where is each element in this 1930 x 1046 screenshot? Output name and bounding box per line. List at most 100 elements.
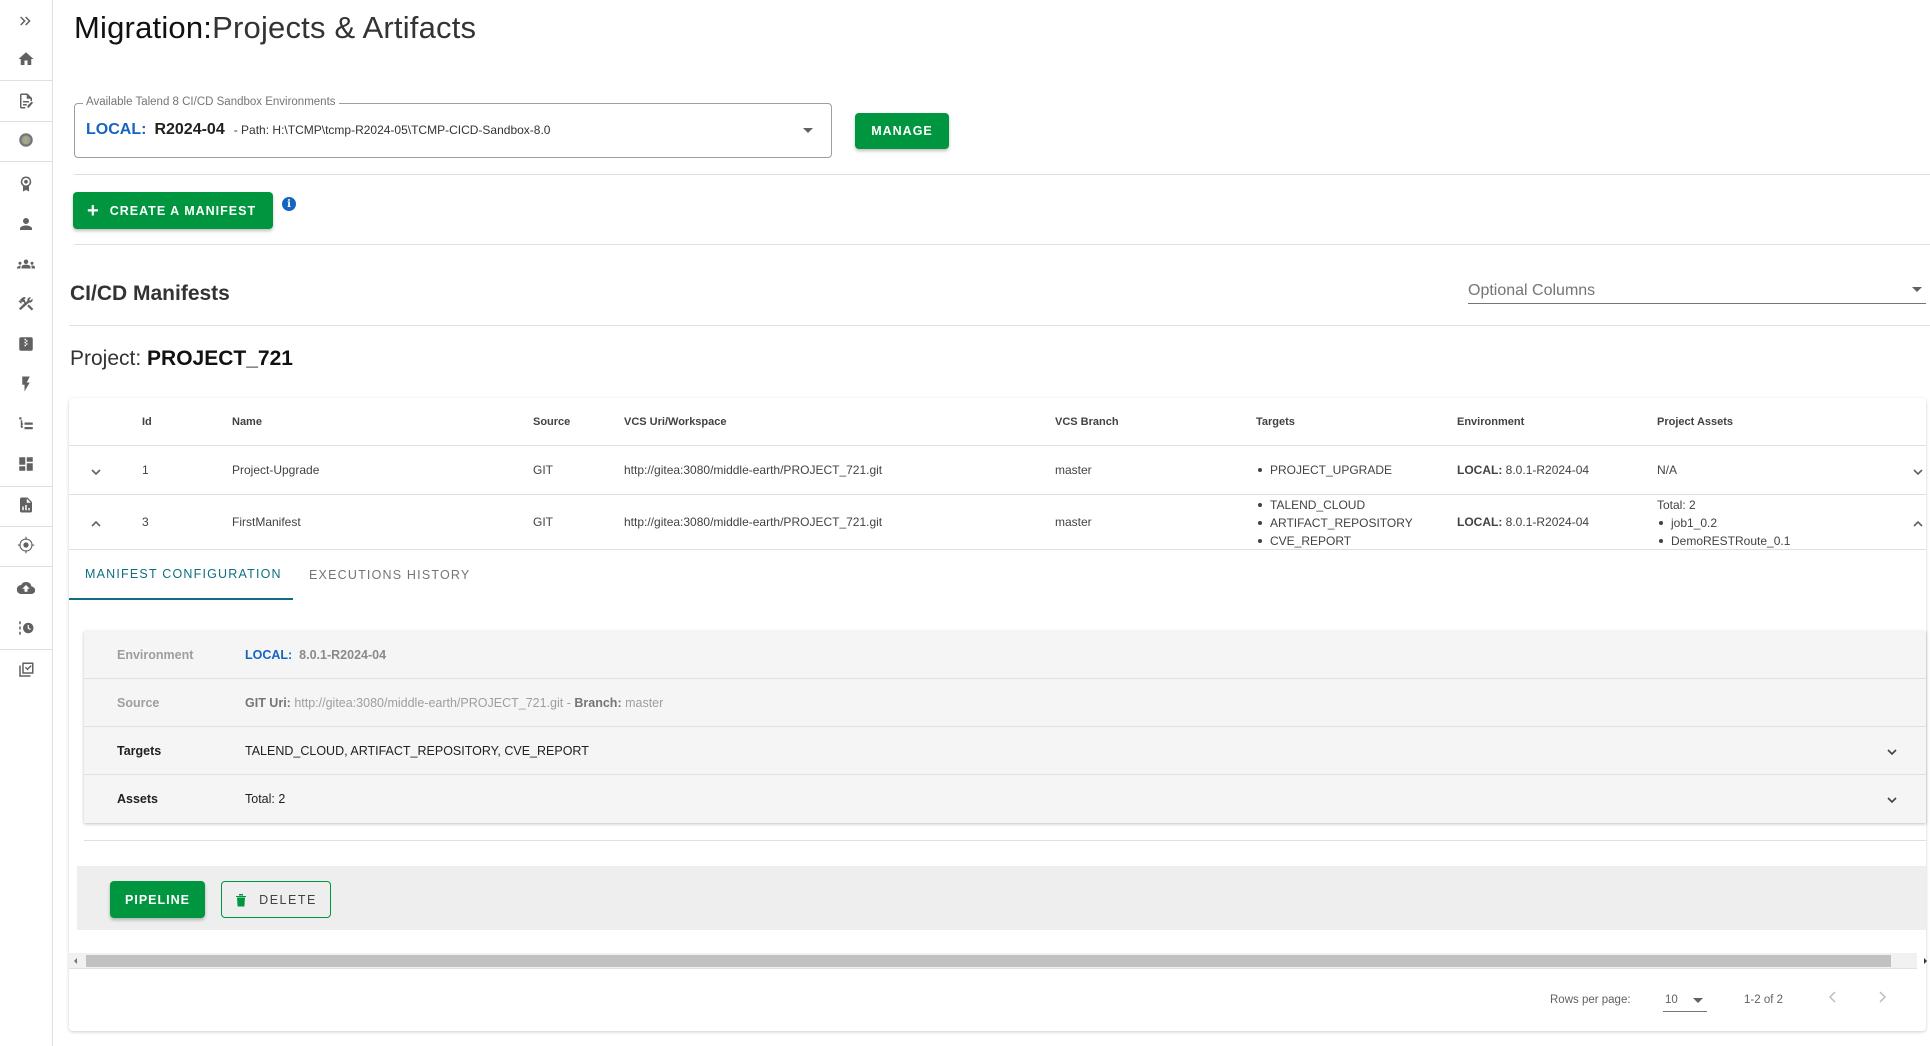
environment-select-value: LOCAL: R2024-04 - Path: H:\TCMP\tcmp-R20… [86, 121, 550, 139]
config-row-assets[interactable]: Assets Total: 2 [84, 775, 1926, 823]
sidebar-item-badge[interactable] [0, 166, 52, 202]
optional-columns-select[interactable]: Optional Columns [1468, 279, 1926, 304]
sidebar-item-tools[interactable] [0, 286, 52, 322]
scrollbar-thumb[interactable] [86, 955, 1891, 967]
chevron-down-icon [91, 469, 101, 476]
cell-targets: TALEND_CLOUD ARTIFACT_REPOSITORY CVE_REP… [1256, 496, 1413, 550]
env-value: 8.0.1-R2024-04 [1505, 463, 1590, 477]
row-expand-toggle[interactable] [1912, 465, 1923, 476]
asset-item: DemoRESTRoute_0.1 [1657, 532, 1790, 550]
sidebar-item-talend[interactable]: t [0, 122, 52, 158]
tab-executions-history[interactable]: EXECUTIONS HISTORY [309, 550, 489, 600]
target-item: PROJECT_UPGRADE [1256, 461, 1392, 479]
sidebar-item-user[interactable] [0, 206, 52, 242]
config-value: LOCAL: 8.0.1-R2024-04 [245, 648, 386, 662]
column-header-vcs-branch[interactable]: VCS Branch [1055, 416, 1119, 428]
create-manifest-button[interactable]: + CREATE A MANIFEST [73, 192, 273, 229]
badge-icon [20, 176, 32, 192]
bolt-icon [22, 376, 30, 392]
cell-assets: Total: 2 job1_0.2 DemoRESTRoute_0.1 [1657, 496, 1790, 550]
column-header-source[interactable]: Source [533, 416, 570, 428]
optional-columns-placeholder: Optional Columns [1468, 282, 1596, 299]
environment-select-label: Available Talend 8 CI/CD Sandbox Environ… [83, 96, 339, 108]
config-label: Source [117, 696, 160, 710]
sidebar-item-groups[interactable] [0, 246, 52, 282]
tab-manifest-configuration[interactable]: MANIFEST CONFIGURATION [69, 550, 293, 600]
column-header-project-assets[interactable]: Project Assets [1657, 416, 1733, 428]
environment-version: R2024-04 [154, 121, 225, 138]
rows-per-page-value: 10 [1665, 994, 1678, 1006]
environment-path: - Path: H:\TCMP\tcmp-R2024-05\TCMP-CICD-… [233, 123, 551, 137]
manage-button[interactable]: MANAGE [855, 113, 949, 149]
horizontal-scrollbar[interactable] [69, 953, 1927, 969]
dropdown-arrow-icon [1693, 998, 1703, 1003]
document-edit-icon [20, 93, 34, 109]
source-uri: http://gitea:3080/middle-earth/PROJECT_7… [294, 696, 564, 710]
scroll-left-arrow-icon[interactable] [74, 958, 77, 964]
cell-vcs-uri: http://gitea:3080/middle-earth/PROJECT_7… [624, 515, 883, 529]
sidebar-item-bolt[interactable] [0, 366, 52, 402]
source-branch-label: Branch: [574, 696, 622, 710]
zipper-file-icon [19, 337, 33, 351]
source-uri-label: GIT Uri: [245, 696, 291, 710]
cell-assets: N/A [1657, 463, 1678, 477]
column-header-id[interactable]: Id [142, 416, 152, 428]
delete-label: DELETE [259, 892, 317, 907]
sidebar-divider [0, 80, 52, 81]
page-title-main: Projects & Artifacts [212, 10, 477, 45]
rows-per-page-select[interactable]: 10 [1663, 988, 1707, 1012]
checklist-icon [19, 662, 34, 677]
delete-button[interactable]: DELETE [221, 881, 331, 918]
table-row[interactable]: 3 FirstManifest GIT http://gitea:3080/mi… [69, 495, 1926, 550]
config-label: Targets [117, 744, 162, 758]
dashboard-icon [19, 457, 33, 471]
expand-assets-button[interactable] [1886, 793, 1898, 811]
cell-branch: master [1055, 515, 1092, 529]
table-row[interactable]: 1 Project-Upgrade GIT http://gitea:3080/… [69, 446, 1926, 495]
sidebar-item-settings-target[interactable] [0, 527, 52, 563]
column-header-targets[interactable]: Targets [1256, 416, 1295, 428]
sidebar-item-archive[interactable] [0, 326, 52, 362]
sidebar-item-cloud-upload[interactable] [0, 570, 52, 606]
pipeline-button[interactable]: PIPELINE [110, 881, 205, 918]
expand-icon [20, 16, 31, 26]
info-icon[interactable]: i [282, 197, 296, 211]
report-icon [20, 497, 32, 513]
sidebar-item-document-edit[interactable] [0, 83, 52, 119]
config-value: GIT Uri: http://gitea:3080/middle-earth/… [245, 696, 663, 710]
env-type: LOCAL: [245, 648, 293, 662]
sidebar-expand-button[interactable] [0, 3, 52, 39]
sidebar-item-history[interactable] [0, 610, 52, 646]
pagination: Rows per page: 10 1-2 of 2 [69, 970, 1926, 1030]
sidebar-item-tree[interactable] [0, 406, 52, 442]
dropdown-arrow-icon [1912, 287, 1922, 292]
collapse-row-button[interactable] [90, 517, 101, 527]
group-icon [17, 259, 35, 269]
person-icon [20, 218, 32, 230]
source-sep: - [566, 696, 571, 710]
sidebar-item-dashboard[interactable] [0, 446, 52, 482]
cell-id: 3 [142, 515, 149, 529]
env-value: 8.0.1-R2024-04 [1505, 515, 1590, 529]
environment-select[interactable]: Available Talend 8 CI/CD Sandbox Environ… [74, 96, 832, 158]
next-page-button[interactable] [1875, 990, 1891, 1006]
config-row-targets[interactable]: Targets TALEND_CLOUD, ARTIFACT_REPOSITOR… [84, 727, 1926, 775]
trash-icon [236, 893, 247, 906]
column-header-name[interactable]: Name [232, 416, 262, 428]
target-item: CVE_REPORT [1256, 532, 1413, 550]
sidebar-item-home[interactable] [0, 41, 52, 77]
previous-page-button[interactable] [1826, 990, 1842, 1006]
scroll-right-arrow-icon[interactable] [1924, 958, 1927, 964]
cell-source: GIT [533, 515, 553, 529]
sidebar-divider [0, 649, 52, 650]
expand-targets-button[interactable] [1886, 745, 1898, 763]
divider [69, 325, 1930, 326]
sidebar-item-checklist[interactable] [0, 652, 52, 688]
column-header-environment[interactable]: Environment [1457, 416, 1524, 428]
column-header-vcs-uri[interactable]: VCS Uri/Workspace [624, 416, 727, 428]
row-expand-toggle[interactable] [1912, 517, 1923, 527]
project-heading: Project: PROJECT_721 [70, 347, 293, 371]
expand-row-button[interactable] [90, 465, 101, 476]
section-title: CI/CD Manifests [70, 282, 230, 305]
sidebar-item-report[interactable] [0, 487, 52, 523]
